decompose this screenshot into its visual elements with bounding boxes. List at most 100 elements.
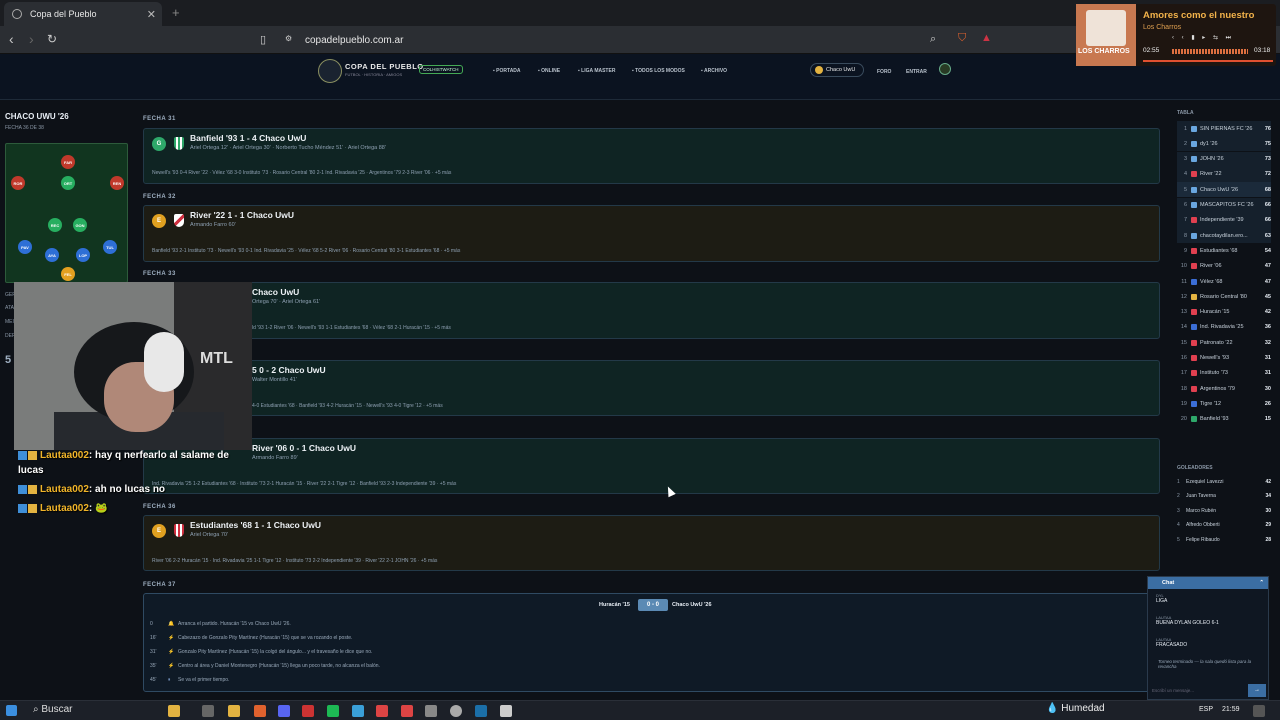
- app-icon[interactable]: [425, 705, 437, 717]
- taskbar-search[interactable]: ⌕ Buscar: [33, 704, 73, 715]
- scorer-position: 5: [1177, 536, 1180, 543]
- bookmark-icon[interactable]: ▯: [260, 33, 266, 46]
- logo-icon[interactable]: [318, 59, 342, 83]
- notifications-icon[interactable]: [1253, 705, 1265, 717]
- row-points: 26: [1264, 400, 1271, 407]
- player-chip[interactable]: PAV: [18, 240, 32, 254]
- file-explorer-icon[interactable]: [228, 705, 240, 717]
- player-chip[interactable]: AYA: [45, 248, 59, 262]
- player-chip[interactable]: REN: [110, 176, 124, 190]
- standings-row[interactable]: 12 Rosario Central '80 45: [1177, 289, 1271, 304]
- chrome-icon[interactable]: [401, 705, 413, 717]
- steam-icon[interactable]: [475, 705, 487, 717]
- player-chip[interactable]: ROR: [11, 176, 25, 190]
- url-text[interactable]: copadelpueblo.com.ar: [305, 35, 403, 46]
- logo-title[interactable]: COPA DEL PUEBLO: [345, 62, 424, 71]
- match-card[interactable]: E River '22 1 - 1 Chaco UwU Armando Farr…: [143, 205, 1160, 262]
- live-match-card[interactable]: Huracán '15 0 - 0 Chaco UwU '26 0 🔔 Arranc…: [143, 593, 1160, 692]
- forward-icon[interactable]: ›: [29, 31, 34, 47]
- new-tab-icon[interactable]: +: [172, 5, 180, 20]
- standings-row[interactable]: 11 Vélez '68 47: [1177, 274, 1271, 289]
- standings-row[interactable]: 17 Instituto '73 31: [1177, 366, 1271, 381]
- nav-liga-master[interactable]: ▪ LIGA MASTER: [578, 68, 615, 74]
- widgets-icon[interactable]: [168, 705, 180, 717]
- reload-icon[interactable]: ↻: [47, 32, 57, 46]
- nav-label: ONLINE: [541, 68, 561, 74]
- player-chip[interactable]: ORT: [61, 176, 75, 190]
- scorer-position: 4: [1177, 522, 1180, 529]
- standings-row[interactable]: 20 Banfield '93 15: [1177, 412, 1271, 427]
- chat-message-input[interactable]: Escribí un mensaje...: [1152, 685, 1244, 697]
- match-card[interactable]: 5 0 - 2 Chaco UwU Walter Montillo 41' 4-…: [143, 360, 1160, 416]
- search-icon[interactable]: ⌕: [930, 33, 936, 46]
- scorer-row[interactable]: 5 Felipe Ribaudo 28: [1177, 537, 1271, 543]
- task-view-icon[interactable]: [202, 705, 214, 717]
- standings-row[interactable]: 16 Newell's '93 31: [1177, 351, 1271, 366]
- match-card[interactable]: River '06 0 - 1 Chaco UwU Armando Farro …: [143, 438, 1160, 494]
- standings-row[interactable]: 3 JOHN '26 73: [1177, 151, 1271, 167]
- standings-row[interactable]: 6 MASCAPITOS FC '26 66: [1177, 197, 1271, 213]
- standings-row[interactable]: 1 SIN PIERNAS FC '26 76: [1177, 121, 1271, 136]
- standings-row[interactable]: 19 Tigre '12 26: [1177, 396, 1271, 411]
- standings-row[interactable]: 2 dy1 '26 75: [1177, 136, 1271, 152]
- close-tab-icon[interactable]: ✕: [147, 8, 156, 21]
- nav-portada[interactable]: ▪ PORTADA: [493, 68, 521, 74]
- chat-header[interactable]: Chat ⌃: [1148, 577, 1268, 589]
- standings-row[interactable]: 4 River '22 72: [1177, 166, 1271, 182]
- match-goals: Armando Farro 60': [190, 222, 236, 228]
- windows-start-icon[interactable]: [6, 705, 17, 716]
- url-box[interactable]: ▯ ⚙ copadelpueblo.com.ar ⌕ ⛉ ▲: [255, 28, 995, 52]
- entrar-link[interactable]: ENTRAR: [906, 69, 927, 75]
- notifications-icon[interactable]: [939, 63, 951, 75]
- rewards-icon[interactable]: ▲: [981, 32, 992, 44]
- standings-row[interactable]: 7 Independiente '39 66: [1177, 212, 1271, 228]
- brave-icon[interactable]: [254, 705, 266, 717]
- match-card[interactable]: E Estudiantes '68 1 - 1 Chaco UwU Ariel …: [143, 515, 1160, 571]
- player-chip[interactable]: GON: [73, 218, 87, 232]
- user-menu[interactable]: Chaco UwU: [810, 63, 864, 77]
- player-chip[interactable]: LOP: [76, 248, 90, 262]
- obs-icon[interactable]: [450, 705, 462, 717]
- standings-row[interactable]: 5 Chaco UwU '26 68: [1177, 182, 1271, 198]
- weather-widget[interactable]: 💧 Humedad: [1046, 703, 1105, 714]
- notepad-icon[interactable]: [500, 705, 512, 717]
- site-chat-widget: Chat ⌃ DYL LIGA LAUTAA BUENA DYLAN GOLEO 6-…: [1147, 576, 1269, 700]
- album-art: LOS CHARROS: [1076, 4, 1136, 66]
- edge-icon[interactable]: [352, 705, 364, 717]
- player-chip[interactable]: FAR: [61, 155, 75, 169]
- app-icon[interactable]: [302, 705, 314, 717]
- nav-archivo[interactable]: ▪ ARCHIVO: [701, 68, 727, 74]
- browser-tab[interactable]: Copa del Pueblo ✕: [4, 2, 162, 26]
- back-icon[interactable]: ‹: [9, 31, 14, 47]
- standings-row[interactable]: 10 River '06 47: [1177, 259, 1271, 274]
- scorer-row[interactable]: 4 Alfredo Obberti 29: [1177, 522, 1271, 528]
- match-card[interactable]: Chaco UwU Ortega 70' · Ariel Ortega 61' …: [143, 282, 1160, 339]
- chrome-icon[interactable]: [376, 705, 388, 717]
- scorer-row[interactable]: 3 Marco Rubén 30: [1177, 508, 1271, 514]
- nav-todos-los-modos[interactable]: ▪ TODOS LOS MODOS: [632, 68, 685, 74]
- scorer-row[interactable]: 1 Ezequiel Lavezzi 42: [1177, 479, 1271, 485]
- chat-toggle-icon[interactable]: ⌃: [1259, 577, 1264, 589]
- foro-link[interactable]: FORO: [877, 69, 891, 75]
- spotify-icon[interactable]: [327, 705, 339, 717]
- standings-row[interactable]: 14 Ind. Rivadavia '25 36: [1177, 320, 1271, 335]
- match-card[interactable]: G Banfield '93 1 - 4 Chaco UwU Ariel Ort…: [143, 128, 1160, 184]
- site-chat-message: LAUTAA FRACASADO: [1156, 637, 1187, 648]
- clock[interactable]: 21:59: [1222, 706, 1240, 713]
- discord-icon[interactable]: [278, 705, 290, 717]
- language-indicator[interactable]: ESP: [1199, 706, 1213, 713]
- standings-row[interactable]: 8 chacotaydilan.ero... 63: [1177, 228, 1271, 244]
- nav-online[interactable]: ▪ ONLINE: [538, 68, 560, 74]
- scorer-row[interactable]: 2 Juan Taverna 34: [1177, 493, 1271, 499]
- standings-row[interactable]: 15 Patronato '22 32: [1177, 335, 1271, 350]
- send-icon[interactable]: →: [1248, 684, 1266, 697]
- standings-row[interactable]: 9 Estudiantes '68 54: [1177, 243, 1271, 258]
- player-chip[interactable]: REC: [48, 218, 62, 232]
- standings-row[interactable]: 13 Huracán '15 42: [1177, 305, 1271, 320]
- brave-shield-icon[interactable]: ⛉: [958, 32, 966, 45]
- player-chip[interactable]: TUL: [103, 240, 117, 254]
- site-info-icon[interactable]: ⚙: [285, 34, 292, 43]
- standings-row[interactable]: 18 Argentinos '79 30: [1177, 381, 1271, 396]
- result-badge: G: [152, 137, 166, 151]
- player-chip[interactable]: FEL: [61, 267, 75, 281]
